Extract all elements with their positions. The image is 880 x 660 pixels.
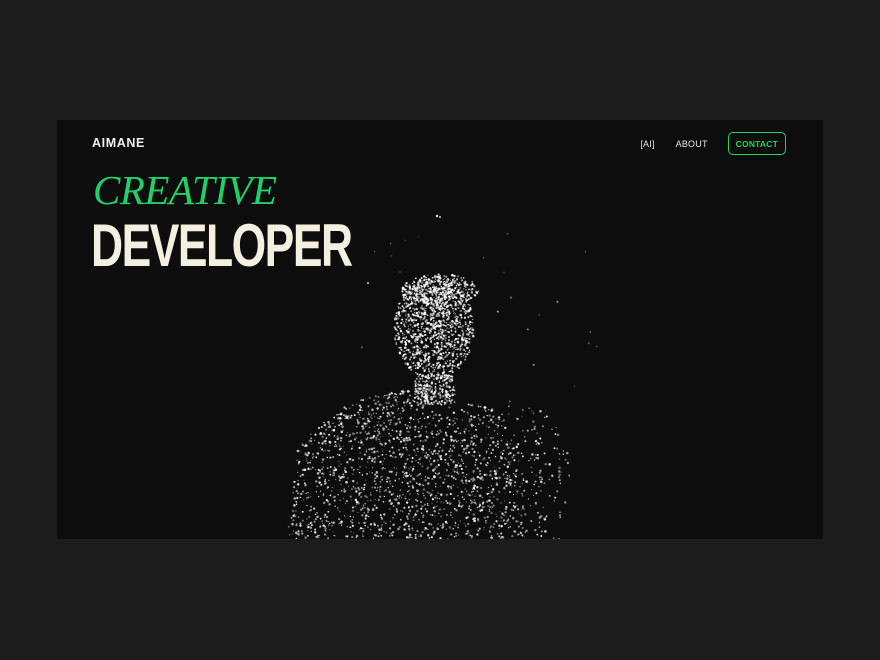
- contact-button[interactable]: CONTACT: [727, 132, 786, 155]
- headline-creative: CREATIVE: [93, 167, 277, 213]
- nav-link-about[interactable]: ABOUT: [676, 139, 708, 149]
- main-nav: [AI] ABOUT CONTACT: [640, 132, 786, 155]
- headline-developer: DEVELOPER: [91, 212, 353, 279]
- nav-link-ai[interactable]: [AI]: [640, 139, 654, 149]
- site-logo[interactable]: AIMANE: [92, 136, 145, 150]
- hero-frame: AIMANE [AI] ABOUT CONTACT CREATIVE DEVEL…: [57, 120, 823, 539]
